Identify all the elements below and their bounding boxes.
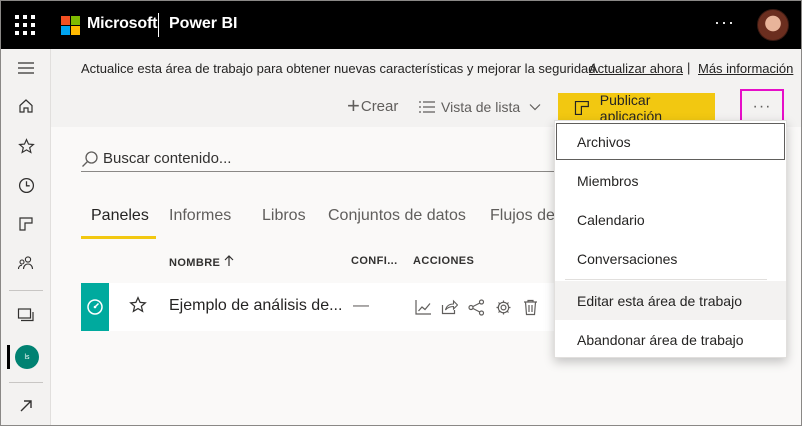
create-label: Crear: [360, 97, 399, 115]
search-icon: [82, 150, 98, 167]
app-launcher-icon[interactable]: [15, 15, 35, 35]
list-view-icon: [419, 101, 435, 113]
menu-item-archivos[interactable]: Archivos: [555, 122, 786, 161]
top-bar: Microsoft Power BI ···: [1, 1, 801, 49]
settings-icon[interactable]: [493, 297, 513, 317]
tab-conjuntos-de-datos[interactable]: Conjuntos de datos: [328, 207, 466, 225]
dashboard-tile-icon: [81, 283, 109, 331]
banner-separator: |: [687, 60, 691, 75]
item-confidential: —: [353, 297, 369, 314]
item-name-link[interactable]: Ejemplo de análisis de...: [169, 297, 342, 315]
upgrade-banner: Actualice esta área de trabajo para obte…: [51, 49, 801, 89]
brand-divider: [158, 13, 159, 37]
tab-informes[interactable]: Informes: [169, 207, 231, 225]
table-row[interactable]: Ejemplo de análisis de... —: [81, 283, 555, 331]
clock-icon[interactable]: [15, 174, 37, 196]
nav-divider: [9, 382, 43, 383]
user-avatar[interactable]: [757, 9, 789, 41]
favorite-star-icon[interactable]: [129, 296, 147, 319]
menu-item-editar-area[interactable]: Editar esta área de trabajo: [555, 281, 786, 320]
create-button[interactable]: + Crear: [347, 93, 399, 118]
search-input[interactable]: [103, 150, 503, 167]
more-options-menu: Archivos Miembros Calendario Conversacio…: [554, 120, 787, 358]
menu-item-miembros[interactable]: Miembros: [555, 161, 786, 200]
analytics-icon[interactable]: [413, 297, 433, 317]
product-name[interactable]: Power BI: [169, 15, 237, 33]
more-options-button[interactable]: ···: [740, 89, 784, 124]
expand-arrow-icon[interactable]: [15, 395, 37, 417]
tab-paneles[interactable]: Paneles: [91, 207, 149, 225]
active-tab-indicator: [81, 236, 156, 239]
nav-divider: [9, 290, 43, 291]
tab-flujos[interactable]: Flujos de: [490, 207, 555, 225]
workspace-avatar[interactable]: ls: [15, 345, 39, 369]
menu-item-calendario[interactable]: Calendario: [555, 200, 786, 239]
table-header: NOMBRE CONFI... ACCIONES: [51, 255, 555, 271]
workspaces-icon[interactable]: [15, 304, 37, 326]
view-label: Vista de lista: [441, 99, 521, 115]
delete-icon[interactable]: [520, 297, 540, 317]
chevron-down-icon: [529, 104, 541, 111]
plus-icon: +: [347, 93, 360, 118]
shared-people-icon[interactable]: [15, 252, 37, 274]
search-box[interactable]: [81, 146, 555, 172]
microsoft-logo-icon: [61, 16, 80, 35]
update-now-link[interactable]: Actualizar ahora: [589, 61, 683, 76]
hamburger-icon[interactable]: [15, 57, 37, 79]
publish-app-button[interactable]: Publicar aplicación: [558, 92, 715, 124]
menu-item-abandonar-area[interactable]: Abandonar área de trabajo: [555, 320, 786, 359]
brand-name: Microsoft: [87, 15, 158, 32]
home-icon[interactable]: [15, 95, 37, 117]
apps-icon[interactable]: [15, 213, 37, 235]
active-workspace-indicator: [7, 345, 10, 369]
share-icon[interactable]: [439, 297, 459, 317]
app-window: Microsoft Power BI ··· ls Actualice esta…: [0, 0, 802, 426]
menu-divider: [565, 279, 767, 280]
column-header-name[interactable]: NOMBRE: [169, 255, 234, 269]
banner-text: Actualice esta área de trabajo para obte…: [81, 61, 600, 76]
more-info-link[interactable]: Más información: [698, 61, 793, 76]
app-icon: [574, 100, 589, 116]
connection-icon[interactable]: [466, 297, 486, 317]
tab-libros[interactable]: Libros: [262, 207, 306, 225]
arrow-up-icon: [224, 255, 234, 266]
star-icon[interactable]: [15, 135, 37, 157]
menu-item-conversaciones[interactable]: Conversaciones: [555, 239, 786, 278]
view-selector[interactable]: Vista de lista: [419, 99, 547, 115]
left-navigation: ls: [1, 49, 51, 425]
settings-more-button[interactable]: ···: [714, 12, 735, 33]
column-header-actions: ACCIONES: [413, 255, 475, 267]
column-header-confidential[interactable]: CONFI...: [351, 255, 398, 267]
